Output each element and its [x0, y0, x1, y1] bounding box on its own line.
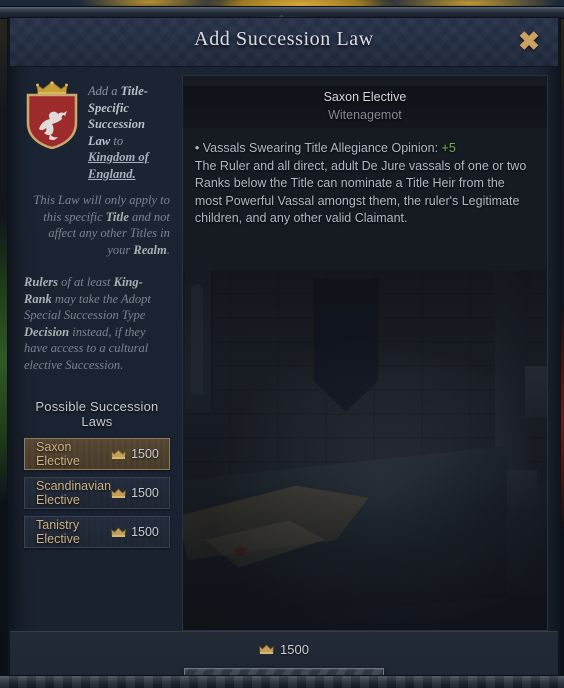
- shield-icon: [26, 93, 78, 149]
- total-cost-value: 1500: [280, 642, 309, 657]
- crown-currency-icon: [111, 526, 127, 537]
- crown-currency-icon: [259, 644, 275, 654]
- law-details-header: Saxon Elective Witenagemot: [182, 86, 547, 128]
- coat-of-arms-icon: [24, 81, 80, 149]
- intro-text: Add a Title-Specific Succession Law to K…: [88, 81, 170, 182]
- law-option-cost: 1500: [111, 486, 159, 500]
- note-apply-part3: .: [166, 242, 170, 257]
- possible-laws-list: Saxon Elective 1500 Scandinavian Electiv…: [24, 438, 170, 548]
- crown-currency-icon: [111, 487, 127, 498]
- note-rulers-bold1: Rulers: [24, 275, 59, 289]
- law-details-title: Saxon Elective: [323, 90, 407, 104]
- dialog-header: Add Succession Law ✖: [10, 18, 558, 67]
- close-icon[interactable]: ✖: [514, 26, 544, 56]
- note-rulers-part1: of at least: [58, 275, 114, 289]
- law-option-scandinavian-elective[interactable]: Scandinavian Elective 1500: [24, 477, 170, 509]
- effect-label: • Vassals Swearing Title Allegiance Opin…: [194, 141, 442, 155]
- law-details-panel: Saxon Elective Witenagemot • Vassals Swe…: [181, 75, 548, 631]
- law-option-cost: 1500: [111, 525, 159, 539]
- scene-vignette: [182, 270, 547, 630]
- law-option-saxon-elective[interactable]: Saxon Elective 1500: [24, 438, 170, 470]
- law-option-cost-value: 1500: [131, 486, 159, 500]
- law-details-description: • Vassals Swearing Title Allegiance Opin…: [183, 128, 547, 228]
- note-rulers-decision: Rulers of at least King-Rank may take th…: [24, 274, 170, 373]
- law-option-label: Saxon Elective: [36, 440, 80, 468]
- dialog-footer: 1500 Add Law: [10, 631, 558, 678]
- intro-prefix: Add a: [88, 84, 121, 98]
- note-title-scope: This Law will only apply to this specifi…: [24, 192, 170, 258]
- crown-currency-icon: [111, 448, 127, 459]
- note-rulers-bold3: Decision: [24, 324, 70, 339]
- law-option-label: Scandinavian Elective: [36, 479, 112, 507]
- total-cost: 1500: [10, 632, 558, 657]
- note-apply-bold2: Realm: [133, 242, 167, 257]
- dialog-body: Add a Title-Specific Succession Law to K…: [10, 67, 558, 631]
- law-option-label: Tanistry Elective: [36, 518, 80, 546]
- note-apply-bold1: Title: [105, 209, 129, 224]
- description-text: The Ruler and all direct, adult De Jure …: [194, 158, 527, 226]
- law-option-cost: 1500: [111, 447, 159, 461]
- possible-laws-heading: Possible Succession Laws: [35, 399, 159, 429]
- bottom-chrome-bar: [0, 675, 564, 688]
- left-column: Add a Title-Specific Succession Law to K…: [10, 75, 178, 631]
- effect-value: +5: [441, 141, 456, 155]
- add-succession-law-dialog: Add Succession Law ✖ Add a Title-Specifi…: [8, 18, 560, 678]
- law-option-tanistry-elective[interactable]: Tanistry Elective 1500: [24, 516, 170, 548]
- intro-mid: to: [110, 133, 124, 148]
- scene-illustration: [182, 270, 547, 630]
- kingdom-of-england-link[interactable]: Kingdom of England.: [88, 150, 149, 181]
- law-option-cost-value: 1500: [131, 525, 159, 539]
- intro-block: Add a Title-Specific Succession Law to K…: [24, 75, 170, 182]
- top-decorative-rail: [0, 7, 564, 29]
- close-x-glyph: ✖: [518, 26, 540, 56]
- page-title: Add Succession Law: [194, 28, 374, 50]
- law-option-cost-value: 1500: [131, 447, 159, 461]
- law-details-subtitle: Witenagemot: [328, 108, 402, 122]
